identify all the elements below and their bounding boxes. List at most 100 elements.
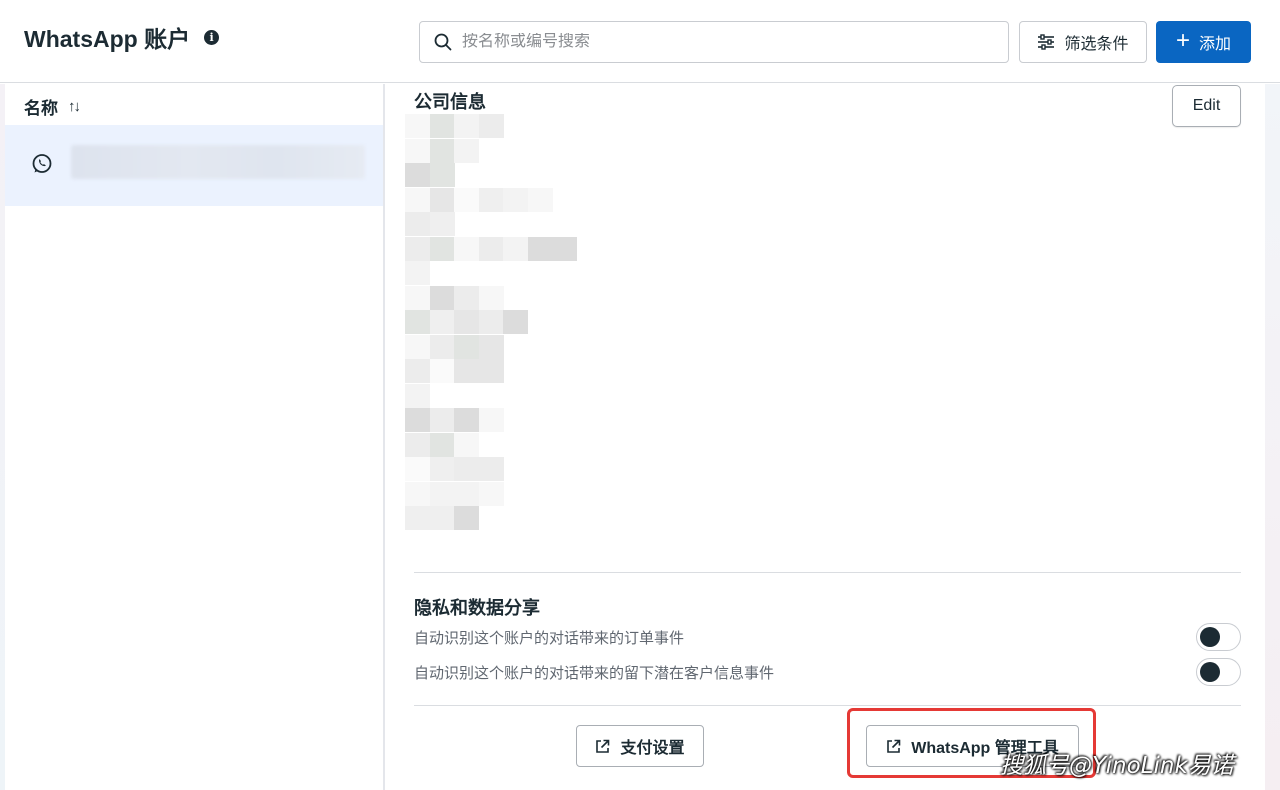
toggle-label: 自动识别这个账户的对话带来的留下潜在客户信息事件 [414,664,775,682]
toggle-row-order-events: 自动识别这个账户的对话带来的订单事件 [414,623,1241,651]
redaction-pixel [503,187,528,212]
name-column-label: 名称 [24,99,58,118]
filter-button[interactable]: 筛选条件 [1019,21,1147,63]
payment-settings-button[interactable]: 支付设置 [576,725,704,767]
add-label: 添加 [1199,36,1232,53]
redaction-pixel [405,310,430,334]
redaction-pixel [478,285,504,310]
redaction-pixel [454,187,479,212]
watermark: 搜狐号@YinoLink易诺 [1000,753,1234,779]
redaction-pixel [429,163,455,187]
redaction-pixel [429,506,455,530]
redaction-pixel [405,212,430,236]
redaction-pixel [405,481,430,506]
redaction-pixel [454,138,479,163]
left-edge [0,84,5,790]
redaction-pixel [478,310,504,334]
account-list-item[interactable] [5,125,383,206]
redaction-pixel [454,359,479,383]
redaction-pixel [429,310,455,334]
redaction-pixel [478,236,504,261]
info-icon[interactable]: i [204,29,220,45]
redaction-pixel [429,457,455,481]
plus-icon: + [1175,27,1190,54]
sliders-icon [1038,34,1055,50]
redaction-pixel [503,236,528,261]
toggle-row-lead-events: 自动识别这个账户的对话带来的留下潜在客户信息事件 [414,658,1241,686]
redaction-pixel [429,334,455,359]
redaction-pixel [429,359,455,383]
account-name-redacted [71,145,365,179]
name-column-header[interactable]: 名称 ↑↓ [24,94,81,119]
redaction-pixel [405,506,430,530]
redaction-pixel [454,457,479,481]
account-list: 名称 ↑↓ [0,84,385,790]
redaction-pixel [405,236,430,261]
redaction-pixel [405,334,430,359]
redaction-pixel [429,114,455,138]
page-title: WhatsApp 账户 i [24,20,220,54]
search-icon [434,33,452,51]
redaction-pixel [405,359,430,383]
redaction-pixel [454,408,479,432]
redaction-pixel [429,236,455,261]
company-info-title: 公司信息 [414,92,486,112]
filter-label: 筛选条件 [1064,36,1129,53]
redaction-pixel [503,310,528,334]
redaction-pixel [405,138,430,163]
redaction-pixel [429,138,455,163]
redaction-pixel [478,481,504,506]
lead-events-toggle[interactable] [1196,658,1241,686]
top-bar: WhatsApp 账户 i 筛选条件 + 添加 [0,0,1280,83]
redaction-pixel [429,432,455,457]
redaction-pixel [405,408,430,432]
toggle-label: 自动识别这个账户的对话带来的订单事件 [414,629,685,647]
redaction-pixel [478,457,504,481]
redaction-pixel [429,285,455,310]
privacy-section-title: 隐私和数据分享 [414,598,540,618]
divider [414,705,1241,706]
sort-icon[interactable]: ↑↓ [68,98,81,115]
redaction-pixel [454,432,479,457]
redaction-pixel [405,163,430,187]
redaction-pixel [429,187,455,212]
redaction-pixel [454,285,479,310]
whatsapp-icon [32,154,52,173]
redaction-pixel [478,114,504,138]
search-input[interactable] [462,33,982,51]
divider [414,572,1241,573]
redaction-pixel [405,285,430,310]
redaction-pixel [405,457,430,481]
edit-button[interactable]: Edit [1172,85,1241,127]
toggle-knob [1200,662,1220,682]
redaction-pixel [527,187,553,212]
redaction-pixel [429,212,455,236]
redaction-pixel [454,334,479,359]
redaction-pixel [429,408,455,432]
redaction-pixel [405,261,430,285]
payment-settings-label: 支付设置 [620,740,685,757]
redaction-pixel [429,481,455,506]
redaction-pixel [478,334,504,359]
redaction-pixel [478,187,504,212]
redaction-pixel [527,236,553,261]
redaction-pixel [454,481,479,506]
redaction-pixel [478,359,504,383]
redaction-pixel [552,236,577,261]
external-link-icon [596,739,610,753]
account-details: 公司信息 Edit 隐私和数据分享 自动识别这个账户的对话带来的订单事件 自动识… [385,84,1265,790]
toggle-knob [1200,627,1220,647]
redaction-pixel [478,408,504,432]
redaction-pixel [405,383,430,408]
redacted-company-info [405,114,639,540]
page-title-text: WhatsApp 账户 [24,26,191,52]
search-box[interactable] [419,21,1009,63]
redaction-pixel [405,432,430,457]
order-events-toggle[interactable] [1196,623,1241,651]
redaction-pixel [454,310,479,334]
redaction-pixel [454,114,479,138]
add-button[interactable]: + 添加 [1156,21,1251,63]
right-edge [1265,84,1280,790]
redaction-pixel [405,114,430,138]
redaction-pixel [454,236,479,261]
